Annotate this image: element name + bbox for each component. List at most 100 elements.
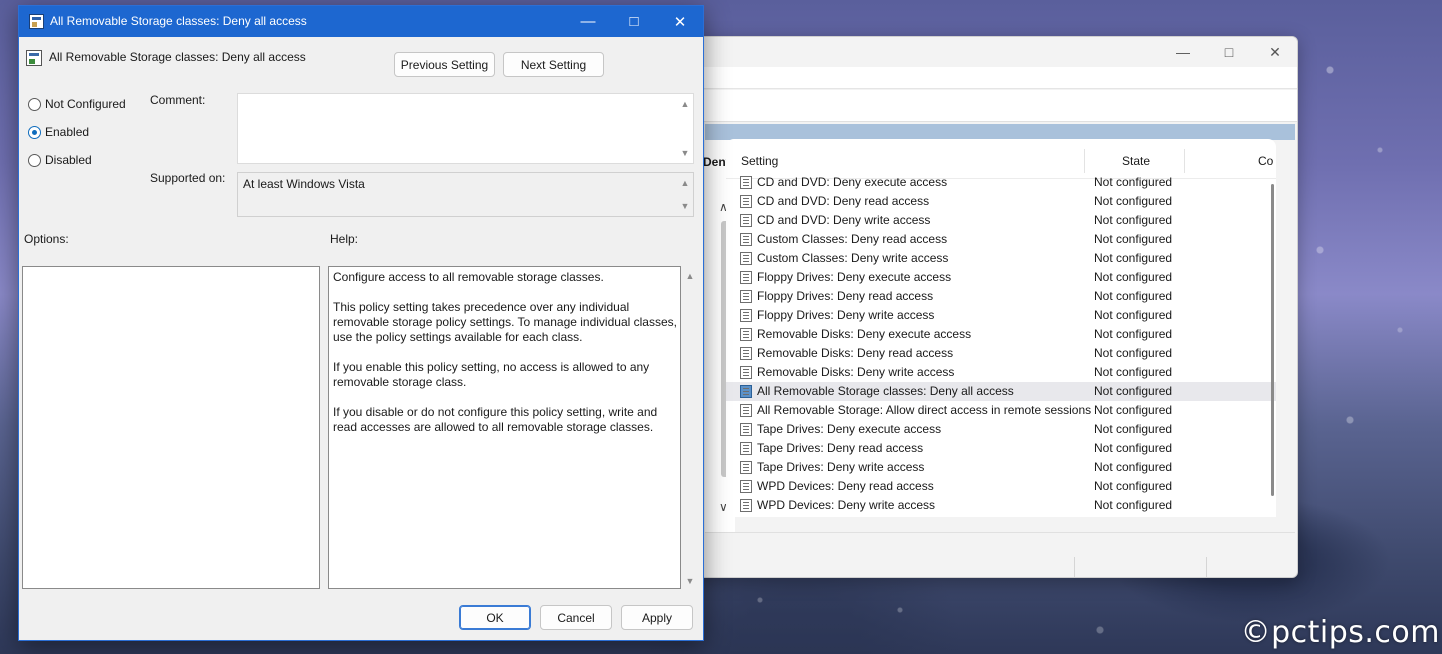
- table-row[interactable]: All Removable Storage: Allow direct acce…: [726, 401, 1276, 420]
- supported-scroll-down-icon[interactable]: ▼: [679, 200, 691, 212]
- policy-setting-icon: [740, 195, 752, 208]
- row-state: Not configured: [1094, 232, 1173, 246]
- row-setting-name: All Removable Storage classes: Deny all …: [757, 384, 1014, 398]
- radio-not-configured-circle[interactable]: [28, 97, 41, 111]
- radio-disabled-label: Disabled: [45, 153, 92, 167]
- radio-not-configured[interactable]: Not Configured: [28, 96, 126, 112]
- table-row[interactable]: WPD Devices: Deny write access Not config…: [726, 496, 1276, 515]
- settings-rows: CD and DVD: Deny execute access Not confi…: [726, 173, 1276, 515]
- previous-setting-button[interactable]: Previous Setting: [394, 52, 495, 77]
- table-row[interactable]: Removable Disks: Deny write access Not co…: [726, 363, 1276, 382]
- row-state: Not configured: [1094, 384, 1173, 398]
- radio-enabled[interactable]: Enabled: [28, 124, 89, 140]
- policy-setting-icon: [740, 480, 752, 493]
- radio-disabled-circle[interactable]: [28, 153, 41, 167]
- policy-setting-icon: [740, 461, 752, 474]
- row-setting-name: WPD Devices: Deny read access: [757, 479, 934, 493]
- row-state: Not configured: [1094, 479, 1173, 493]
- row-setting-name: Removable Disks: Deny execute access: [757, 327, 972, 341]
- table-row[interactable]: CD and DVD: Deny write access Not configu…: [726, 211, 1276, 230]
- policy-setting-icon: [29, 14, 44, 29]
- table-row[interactable]: CD and DVD: Deny read access Not configur…: [726, 192, 1276, 211]
- column-separator[interactable]: [1084, 149, 1085, 173]
- row-state: Not configured: [1094, 403, 1173, 417]
- editor-maximize-icon[interactable]: □: [1206, 39, 1252, 65]
- help-paragraph: If you enable this policy setting, no ac…: [333, 360, 650, 389]
- help-scroll-down-icon[interactable]: ▼: [684, 575, 696, 587]
- table-row[interactable]: Tape Drives: Deny write access Not config…: [726, 458, 1276, 477]
- row-state: Not configured: [1094, 251, 1173, 265]
- list-scrollbar-thumb[interactable]: [1271, 184, 1274, 496]
- minimize-icon[interactable]: ―: [565, 6, 611, 37]
- policy-setting-icon: [740, 214, 752, 227]
- table-row[interactable]: Floppy Drives: Deny write access Not conf…: [726, 306, 1276, 325]
- table-row[interactable]: Floppy Drives: Deny read access Not confi…: [726, 287, 1276, 306]
- supported-on-field: At least Windows Vista ▲ ▼: [237, 172, 694, 217]
- policy-setting-icon: [740, 309, 752, 322]
- row-state: Not configured: [1094, 498, 1173, 512]
- table-row[interactable]: Removable Disks: Deny execute access Not …: [726, 325, 1276, 344]
- policy-setting-icon: [740, 290, 752, 303]
- policy-setting-icon: [740, 233, 752, 246]
- policy-setting-icon: [740, 385, 752, 398]
- policy-setting-icon: [740, 252, 752, 265]
- radio-enabled-circle[interactable]: [28, 125, 41, 139]
- settings-list: Setting State Co CD and DVD: Deny execut…: [726, 139, 1276, 517]
- row-state: Not configured: [1094, 365, 1173, 379]
- policy-setting-icon: [740, 366, 752, 379]
- help-label: Help:: [330, 232, 359, 246]
- help-paragraph: If you disable or do not configure this …: [333, 405, 658, 434]
- row-state: Not configured: [1094, 175, 1173, 189]
- row-state: Not configured: [1094, 346, 1173, 360]
- row-setting-name: Custom Classes: Deny read access: [757, 232, 948, 246]
- table-row[interactable]: Removable Disks: Deny read access Not con…: [726, 344, 1276, 363]
- apply-button[interactable]: Apply: [621, 605, 693, 630]
- row-setting-name: Floppy Drives: Deny write access: [757, 308, 935, 322]
- editor-menubar: [651, 67, 1297, 89]
- table-row[interactable]: All Removable Storage classes: Deny all …: [726, 382, 1276, 401]
- radio-not-configured-label: Not Configured: [45, 97, 126, 111]
- close-icon[interactable]: ✕: [657, 6, 703, 37]
- maximize-icon[interactable]: □: [611, 6, 657, 37]
- table-row[interactable]: Tape Drives: Deny read access Not configu…: [726, 439, 1276, 458]
- row-setting-name: Tape Drives: Deny execute access: [757, 422, 942, 436]
- radio-disabled[interactable]: Disabled: [28, 152, 92, 168]
- row-setting-name: CD and DVD: Deny write access: [757, 213, 931, 227]
- column-setting[interactable]: Setting: [741, 154, 778, 168]
- ok-button[interactable]: OK: [459, 605, 531, 630]
- policy-setting-icon: [740, 176, 752, 189]
- policy-setting-icon: [740, 442, 752, 455]
- dialog-title: All Removable Storage classes: Deny all …: [50, 14, 307, 28]
- help-scroll-up-icon[interactable]: ▲: [684, 270, 696, 282]
- row-state: Not configured: [1094, 270, 1173, 284]
- policy-setting-icon: [740, 347, 752, 360]
- comment-scroll-down-icon[interactable]: ▼: [679, 147, 691, 159]
- row-state: Not configured: [1094, 327, 1173, 341]
- comment-scroll-up-icon[interactable]: ▲: [679, 98, 691, 110]
- row-state: Not configured: [1094, 460, 1173, 474]
- supported-on-value: At least Windows Vista: [243, 177, 365, 191]
- column-separator[interactable]: [1184, 149, 1185, 173]
- column-state[interactable]: State: [1122, 154, 1150, 168]
- row-setting-name: Floppy Drives: Deny read access: [757, 289, 934, 303]
- table-row[interactable]: Tape Drives: Deny execute access Not conf…: [726, 420, 1276, 439]
- table-row[interactable]: Custom Classes: Deny write access Not con…: [726, 249, 1276, 268]
- table-row[interactable]: CD and DVD: Deny execute access Not confi…: [726, 173, 1276, 192]
- column-comment[interactable]: Co: [1258, 154, 1273, 168]
- editor-minimize-icon[interactable]: ―: [1160, 39, 1206, 65]
- cancel-button[interactable]: Cancel: [540, 605, 612, 630]
- supported-scroll-up-icon[interactable]: ▲: [679, 177, 691, 189]
- editor-toolbar: [651, 90, 1297, 122]
- editor-close-icon[interactable]: ✕: [1252, 39, 1297, 65]
- policy-setting-icon: [740, 404, 752, 417]
- table-row[interactable]: WPD Devices: Deny read access Not configu…: [726, 477, 1276, 496]
- comment-textarea[interactable]: ▲ ▼: [237, 93, 694, 164]
- row-state: Not configured: [1094, 308, 1173, 322]
- help-paragraph: Configure access to all removable storag…: [333, 270, 604, 284]
- row-setting-name: Removable Disks: Deny write access: [757, 365, 955, 379]
- table-row[interactable]: Custom Classes: Deny read access Not conf…: [726, 230, 1276, 249]
- table-row[interactable]: Floppy Drives: Deny execute access Not co…: [726, 268, 1276, 287]
- next-setting-button[interactable]: Next Setting: [503, 52, 604, 77]
- setting-header-icon: [26, 50, 42, 66]
- options-panel: [22, 266, 320, 589]
